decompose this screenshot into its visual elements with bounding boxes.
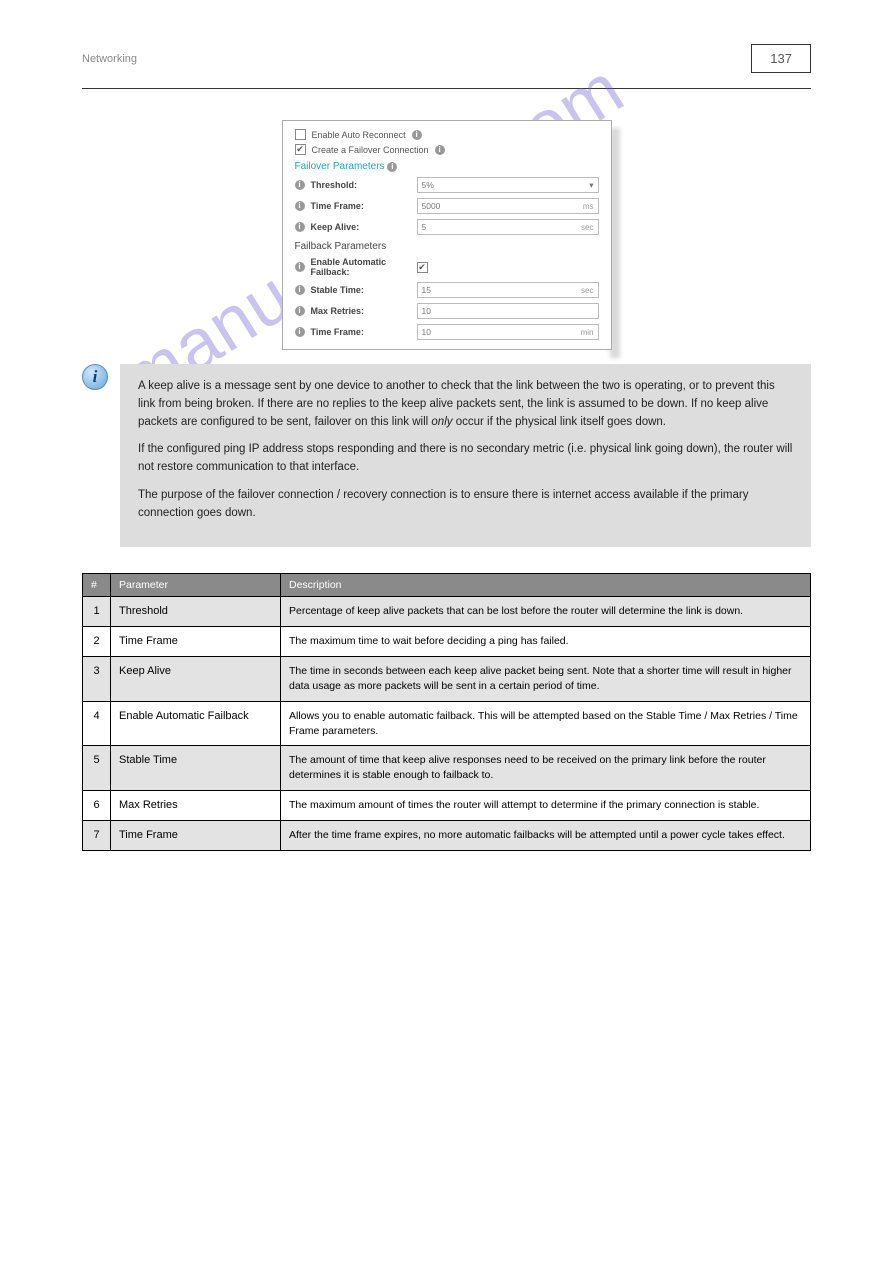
- info-paragraph-2: If the configured ping IP address stops …: [138, 441, 793, 477]
- opt-auto-reconnect: Enable Auto Reconnect: [312, 130, 406, 140]
- info-icon: i: [295, 262, 305, 272]
- threshold-label: Threshold:: [311, 180, 411, 190]
- col-desc: Description: [281, 573, 811, 596]
- maxretries-label: Max Retries:: [311, 306, 411, 316]
- table-row: 1ThresholdPercentage of keep alive packe…: [83, 596, 811, 626]
- table-row: 7Time FrameAfter the time frame expires,…: [83, 820, 811, 850]
- timeframe2-label: Time Frame:: [311, 327, 411, 337]
- table-row: 6Max RetriesThe maximum amount of times …: [83, 790, 811, 820]
- timeframe2-field: 10 min: [417, 324, 599, 340]
- settings-screenshot: Enable Auto Reconnect i ✔ Create a Failo…: [282, 120, 612, 350]
- info-icon: i: [412, 130, 422, 140]
- table-row: 2Time FrameThe maximum time to wait befo…: [83, 627, 811, 657]
- info-bubble-icon: i: [82, 364, 108, 390]
- info-box: A keep alive is a message sent by one de…: [120, 364, 811, 547]
- timeframe1-field: 5000 ms: [417, 198, 599, 214]
- info-paragraph-3: The purpose of the failover connection /…: [138, 487, 793, 523]
- table-row: 5Stable TimeThe amount of time that keep…: [83, 746, 811, 790]
- checkbox-icon: [295, 129, 306, 140]
- info-icon: i: [295, 222, 305, 232]
- threshold-field: 5%▾: [417, 177, 599, 193]
- section-label: Networking: [82, 53, 137, 65]
- stable-label: Stable Time:: [311, 285, 411, 295]
- info-icon: i: [295, 327, 305, 337]
- keepalive-label: Keep Alive:: [311, 222, 411, 232]
- keepalive-field: 5 sec: [417, 219, 599, 235]
- failover-section: Failover Parameters i: [295, 161, 599, 172]
- header-rule: [82, 88, 811, 89]
- table-row: 3Keep AliveThe time in seconds between e…: [83, 657, 811, 701]
- page-header: Networking 137: [82, 44, 811, 73]
- stable-field: 15 sec: [417, 282, 599, 298]
- checkbox-checked-icon: ✔: [295, 144, 306, 155]
- col-num: #: [83, 573, 111, 596]
- info-icon: i: [295, 285, 305, 295]
- failback-section: Failback Parameters: [295, 241, 599, 252]
- info-icon: i: [295, 180, 305, 190]
- timeframe1-label: Time Frame:: [311, 201, 411, 211]
- info-icon: i: [295, 306, 305, 316]
- opt-failover: Create a Failover Connection: [312, 145, 429, 155]
- parameters-table: # Parameter Description 1ThresholdPercen…: [82, 573, 811, 852]
- enable-failback-label: Enable Automatic Failback:: [311, 257, 411, 277]
- col-param: Parameter: [111, 573, 281, 596]
- info-icon: i: [295, 201, 305, 211]
- page-number-box: 137: [751, 44, 811, 73]
- info-paragraph-1: A keep alive is a message sent by one de…: [138, 378, 793, 431]
- info-icon: i: [435, 145, 445, 155]
- maxretries-field: 10: [417, 303, 599, 319]
- table-row: 4Enable Automatic FailbackAllows you to …: [83, 701, 811, 745]
- info-icon: i: [387, 162, 397, 172]
- checkbox-checked-icon: ✔: [417, 262, 428, 273]
